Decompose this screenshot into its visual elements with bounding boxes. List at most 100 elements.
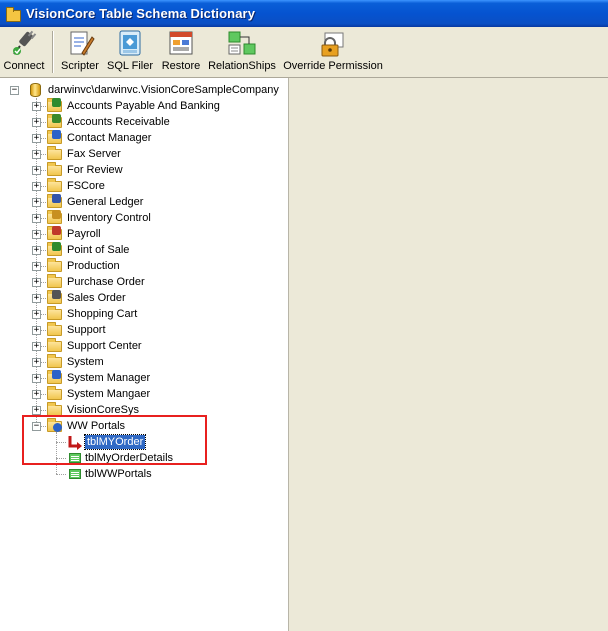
scripter-button[interactable]: Scripter [60,29,100,75]
expand-toggle-point-of-sale[interactable]: + [32,246,41,255]
main-content: − darwinvc\darwinvc.VisionCoreSampleComp… [0,78,608,631]
tree-folder-label: Accounts Payable And Banking [67,100,220,112]
folder-box-icon [47,210,63,226]
expand-toggle-contact-manager[interactable]: + [32,134,41,143]
folder-icon [47,146,63,162]
tree-folder-point-of-sale[interactable]: Point of Sale [47,242,247,258]
tree-folder-general-ledger[interactable]: General Ledger [47,194,247,210]
tree-folder-label: System [67,356,104,368]
folder-icon [47,322,63,338]
tree-folder-inventory-control[interactable]: Inventory Control [47,210,247,226]
expand-toggle-visioncoresys[interactable]: + [32,406,41,415]
tree-folder-label: Payroll [67,228,101,240]
expand-toggle-support[interactable]: + [32,326,41,335]
tree-folder-label: Accounts Receivable [67,116,170,128]
tree-folder-label: Production [67,260,120,272]
app-folder-icon [5,6,21,22]
tree-folder-label: Sales Order [67,292,126,304]
folder-icon [47,258,63,274]
tree-folder-for-review[interactable]: For Review [47,162,247,178]
highlight-annotation-box [22,415,207,465]
tree-folder-label: Fax Server [67,148,121,160]
folder-calculator-icon [47,290,63,306]
folder-pos-icon [47,242,63,258]
title-bar[interactable]: VisionCore Table Schema Dictionary [0,0,608,27]
expand-toggle-system-mangaer[interactable]: + [32,390,41,399]
tree-table-label: tblWWPortals [85,468,152,480]
folder-contacts-icon [47,130,63,146]
tree-folder-fscore[interactable]: FSCore [47,178,247,194]
expand-toggle-shopping-cart[interactable]: + [32,310,41,319]
folder-icon [47,338,63,354]
tree-folder-label: Purchase Order [67,276,145,288]
padlock-icon [317,29,349,59]
toolbar: Connect Scripter SQL Filer Restore Relat… [0,27,608,78]
tree-folder-fax-server[interactable]: Fax Server [47,146,247,162]
folder-icon [47,386,63,402]
expand-toggle-payroll[interactable]: + [32,230,41,239]
root-collapse-toggle[interactable]: − [10,86,19,95]
tree-folder-support[interactable]: Support [47,322,247,338]
tree-folder-label: System Mangaer [67,388,151,400]
tree-folder-system-manager[interactable]: System Manager [47,370,247,386]
tree-folder-purchase-order[interactable]: Purchase Order [47,274,247,290]
folder-icon [47,306,63,322]
tree-folder-shopping-cart[interactable]: Shopping Cart [47,306,247,322]
toolbar-separator [52,31,54,73]
sql-file-icon [114,29,146,59]
sql-filer-button[interactable]: SQL Filer [107,29,153,75]
tree-table-tblwwportals[interactable]: tblWWPortals [67,466,197,482]
expand-toggle-inventory-control[interactable]: + [32,214,41,223]
expand-toggle-accounts-payable-and-banking[interactable]: + [32,102,41,111]
restore-window-icon [165,29,197,59]
connect-button[interactable]: Connect [3,29,45,75]
folder-icon [47,274,63,290]
tree-folder-accounts-payable-and-banking[interactable]: Accounts Payable And Banking [47,98,247,114]
expand-toggle-general-ledger[interactable]: + [32,198,41,207]
folder-dollar-icon [47,98,63,114]
detail-pane [289,78,608,631]
tree-folder-support-center[interactable]: Support Center [47,338,247,354]
folder-icon [47,178,63,194]
expand-toggle-accounts-receivable[interactable]: + [32,118,41,127]
relationships-button[interactable]: RelationShips [208,29,276,75]
expand-toggle-purchase-order[interactable]: + [32,278,41,287]
sql-filer-label: SQL Filer [106,60,154,72]
tree-folder-label: Support Center [67,340,142,352]
tree-folder-contact-manager[interactable]: Contact Manager [47,130,247,146]
tree-folder-production[interactable]: Production [47,258,247,274]
tree-folder-accounts-receivable[interactable]: Accounts Receivable [47,114,247,130]
tree-folder-label: Point of Sale [67,244,130,256]
folder-payroll-icon [47,226,63,242]
tree-folder-label: FSCore [67,180,105,192]
tree-branch-line [56,474,66,475]
database-icon [28,82,44,98]
tree-folder-label: For Review [67,164,123,176]
restore-button[interactable]: Restore [159,29,203,75]
tree-folder-label: Inventory Control [67,212,151,224]
expand-toggle-fax-server[interactable]: + [32,150,41,159]
expand-toggle-for-review[interactable]: + [32,166,41,175]
folder-icon [47,162,63,178]
expand-toggle-production[interactable]: + [32,262,41,271]
tree-folder-payroll[interactable]: Payroll [47,226,247,242]
schema-tree[interactable]: − darwinvc\darwinvc.VisionCoreSampleComp… [0,78,289,631]
connect-label: Connect [3,60,45,72]
expand-toggle-fscore[interactable]: + [32,182,41,191]
expand-toggle-system[interactable]: + [32,358,41,367]
folder-ledger-icon [47,194,63,210]
expand-toggle-support-center[interactable]: + [32,342,41,351]
tree-folder-sales-order[interactable]: Sales Order [47,290,247,306]
expand-toggle-sales-order[interactable]: + [32,294,41,303]
window-title: VisionCore Table Schema Dictionary [26,6,256,21]
tree-folder-label: Support [67,324,106,336]
plug-icon [8,29,40,59]
tree-folder-system[interactable]: System [47,354,247,370]
expand-toggle-system-manager[interactable]: + [32,374,41,383]
relationships-label: RelationShips [208,60,276,72]
relationships-icon [226,29,258,59]
tree-folder-system-mangaer[interactable]: System Mangaer [47,386,247,402]
scripter-label: Scripter [61,60,99,72]
override-permission-button[interactable]: Override Permission [283,29,383,75]
tree-folder-label: Shopping Cart [67,308,138,320]
